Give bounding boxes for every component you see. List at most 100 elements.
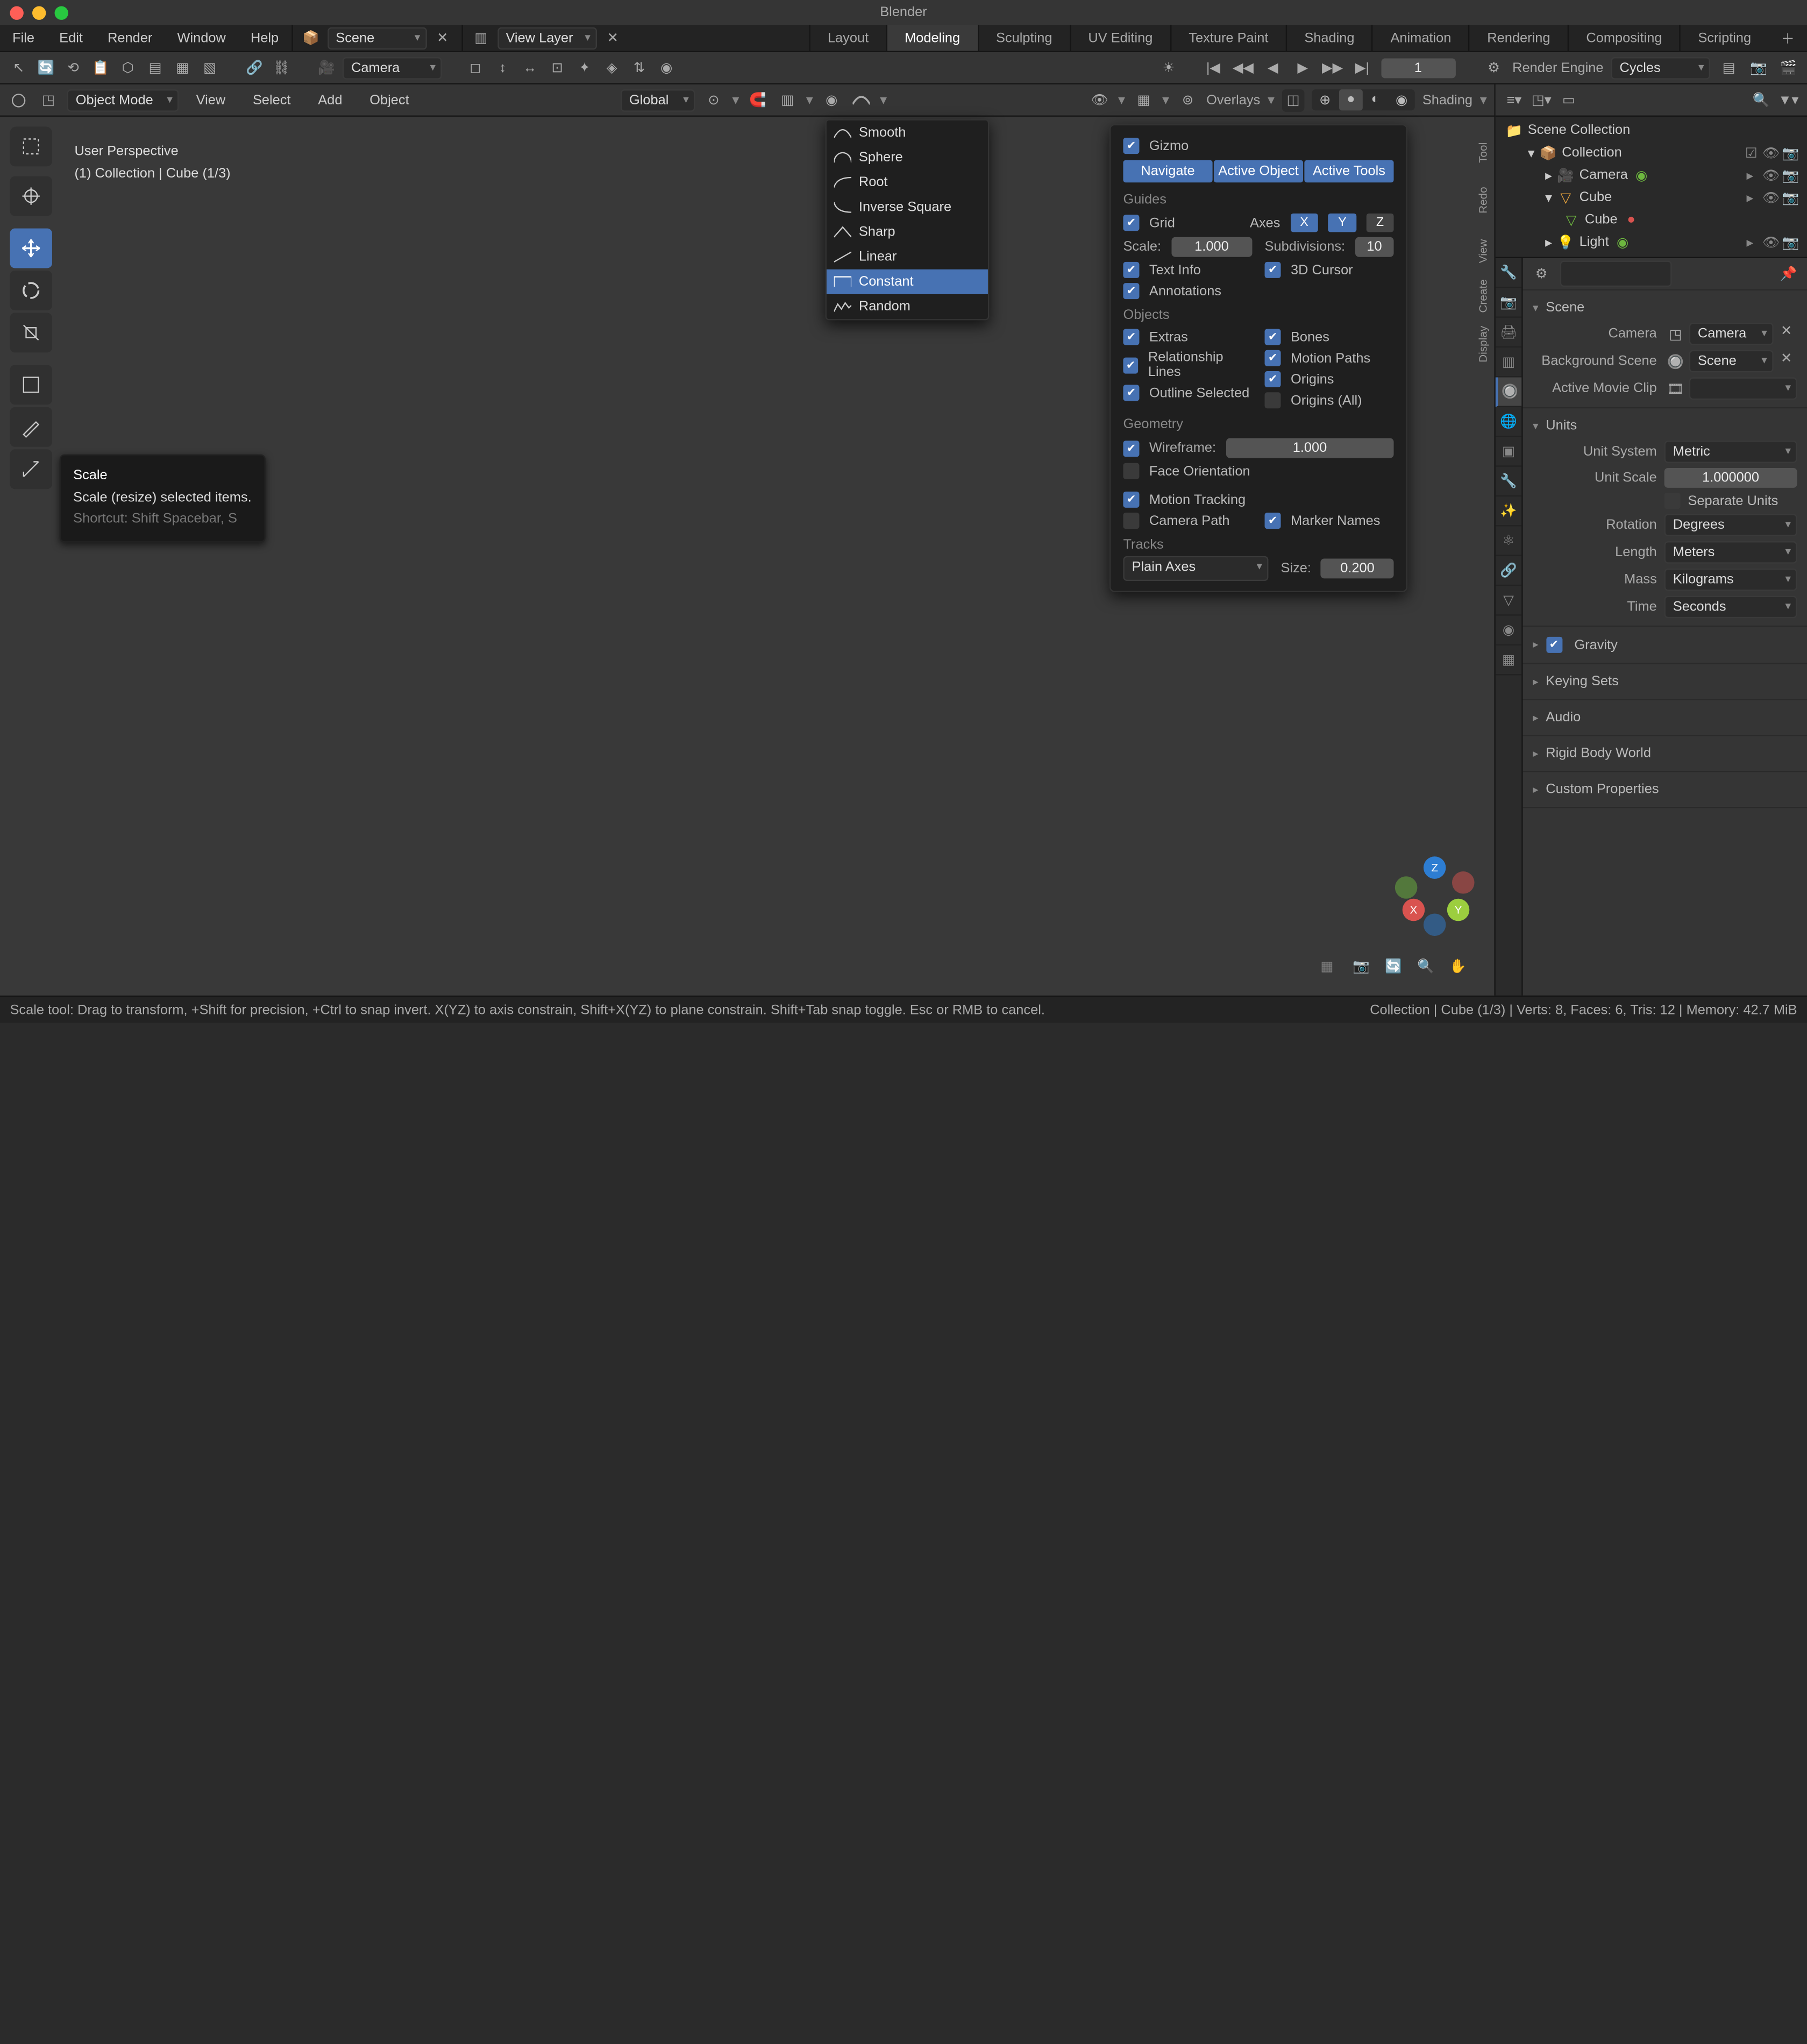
gizmo-navigate-button[interactable]: Navigate [1123,160,1212,183]
axis-y-toggle[interactable]: Y [1328,214,1356,232]
units-panel-header[interactable]: Units [1533,413,1797,438]
mode-dropdown[interactable]: Object Mode [67,89,179,111]
tree-row-scene-collection[interactable]: 📁 Scene Collection [1500,119,1802,142]
axis-z-handle[interactable]: Z [1424,856,1446,879]
active-clip-browse-icon[interactable]: 🎞 [1664,378,1687,400]
disable-icon[interactable]: 📷 [1782,167,1797,183]
xray-icon[interactable]: ◫ [1282,89,1305,111]
hide-icon[interactable]: 👁 [1762,189,1777,205]
vtab-display[interactable]: Display [1472,340,1495,363]
motion-paths-check[interactable]: ✔ [1265,350,1281,366]
camera-select-icon[interactable]: 🎥 [315,56,338,79]
tracks-type-dropdown[interactable]: Plain Axes [1123,556,1268,581]
snap-type-icon[interactable]: ▥ [776,89,799,111]
tree-row-light[interactable]: ▸ 💡 Light ◉ ▸👁📷 [1500,231,1802,253]
hide-icon[interactable]: 👁 [1762,167,1777,183]
th-render-1[interactable]: ▤ [1718,56,1740,79]
vtab-create[interactable]: Create [1472,290,1495,313]
gizmo-active-object-button[interactable]: Active Object [1214,160,1303,183]
vtab-tool[interactable]: Tool [1472,141,1495,164]
shape-icon[interactable]: ⬡ [117,56,139,79]
selectable-icon[interactable]: ▸ [1742,234,1758,250]
tab-layout[interactable]: Layout [809,25,886,51]
gizmo-check[interactable]: ✔ [1123,138,1139,154]
tab-animation[interactable]: Animation [1372,25,1469,51]
wireframe-check[interactable]: ✔ [1123,440,1139,456]
scene-browse-icon[interactable]: 📦 [300,27,322,49]
viewport-zoom-icon[interactable]: 🔍 [1417,959,1440,981]
marker-names-check[interactable]: ✔ [1265,513,1281,529]
tracks-size-field[interactable]: 0.200 [1321,558,1393,578]
new-scene-icon[interactable]: ✕ [431,27,454,49]
misc1-icon[interactable]: ▦ [171,56,194,79]
falloff-root[interactable]: Root [827,170,988,195]
disable-icon[interactable]: 📷 [1782,234,1797,250]
falloff-sharp[interactable]: Sharp [827,219,988,244]
sync-icon[interactable]: 🔄 [35,56,58,79]
frame-field[interactable]: 1 [1381,58,1455,77]
annotations-check[interactable]: ✔ [1123,283,1139,299]
camera-path-check[interactable] [1123,513,1139,529]
jump-start-icon[interactable]: |◀ [1202,56,1225,79]
scene-panel-header[interactable]: Scene [1533,295,1797,320]
gravity-panel-header[interactable]: ✔Gravity [1533,632,1797,658]
falloff-inverse-square[interactable]: Inverse Square [827,195,988,219]
motion-tracking-check[interactable]: ✔ [1123,492,1139,508]
menu-render[interactable]: Render [95,25,165,51]
play-reverse-icon[interactable]: ◀ [1262,56,1284,79]
overlays-toggle-icon[interactable]: ⊚ [1177,89,1199,111]
tree-row-collection[interactable]: ▾ 📦 Collection ☑👁📷 [1500,141,1802,164]
prop-tab-modifier[interactable]: 🔧 [1496,467,1521,496]
outliner-tree[interactable]: 📁 Scene Collection ▾ 📦 Collection ☑👁📷 ▸ … [1496,117,1807,257]
tab-compositing[interactable]: Compositing [1568,25,1680,51]
tab-rendering[interactable]: Rendering [1469,25,1568,51]
th-icon-5[interactable]: ✦ [573,56,596,79]
prop-tab-render[interactable]: 📷 [1496,288,1521,317]
textinfo-check[interactable]: ✔ [1123,262,1139,278]
properties-editor-type-icon[interactable]: ⚙ [1530,262,1553,285]
close-icon[interactable] [10,5,23,19]
axis-y-handle[interactable]: Y [1447,899,1470,921]
outliner-editor-type-icon[interactable]: ≡▾ [1503,89,1526,111]
th-icon-4[interactable]: ⊡ [546,56,568,79]
viewlayer-browse-icon[interactable]: ▥ [470,27,493,49]
vtab-redo[interactable]: Redo [1472,191,1495,214]
th-render-2[interactable]: 📷 [1747,56,1770,79]
subdivisions-field[interactable]: 10 [1355,237,1394,257]
bg-scene-field[interactable]: Scene [1689,350,1773,373]
orientation-dropdown[interactable]: Global [621,89,695,111]
axis-x-handle[interactable]: X [1403,899,1425,921]
mode-select-icon[interactable]: ◳ [37,89,60,111]
tab-shading[interactable]: Shading [1286,25,1372,51]
prop-tab-physics[interactable]: ⚛ [1496,526,1521,556]
outline-sel-check[interactable]: ✔ [1123,385,1139,401]
camera-clear-icon[interactable]: ✕ [1776,323,1797,345]
th-icon-6[interactable]: ◈ [601,56,623,79]
shade-solid-icon[interactable]: ● [1339,89,1362,110]
menu-edit[interactable]: Edit [47,25,95,51]
visibility-icon[interactable]: 👁 [1089,89,1111,111]
hide-icon[interactable]: 👁 [1762,234,1777,250]
maximize-icon[interactable] [55,5,68,19]
scale-field[interactable]: 1.000 [1171,237,1252,257]
custom-panel-header[interactable]: Custom Properties [1533,777,1797,802]
minimize-icon[interactable] [32,5,46,19]
view-icon[interactable]: ▤ [144,56,167,79]
disable-icon[interactable]: 📷 [1782,189,1797,205]
cursor3d-check[interactable]: ✔ [1265,262,1281,278]
prev-key-icon[interactable]: ◀◀ [1232,56,1255,79]
shade-render-icon[interactable]: ◉ [1388,89,1415,110]
axis-z-toggle[interactable]: Z [1367,214,1394,232]
add-workspace-button[interactable]: ＋ [1768,25,1807,51]
origins-check[interactable]: ✔ [1265,371,1281,387]
snap-icon[interactable]: 🧲 [746,89,769,111]
xray-toggle[interactable]: ◫ [1282,89,1305,111]
falloff-sphere[interactable]: Sphere [827,145,988,170]
tool-scale[interactable] [10,313,52,353]
object-menu[interactable]: Object [360,93,419,108]
origins-all-check[interactable] [1265,392,1281,408]
prop-tab-world[interactable]: 🌐 [1496,407,1521,437]
viewlayer-remove-icon[interactable]: ✕ [602,27,624,49]
rigid-panel-header[interactable]: Rigid Body World [1533,741,1797,766]
gizmo-toggle-icon[interactable]: ▦ [1133,89,1155,111]
